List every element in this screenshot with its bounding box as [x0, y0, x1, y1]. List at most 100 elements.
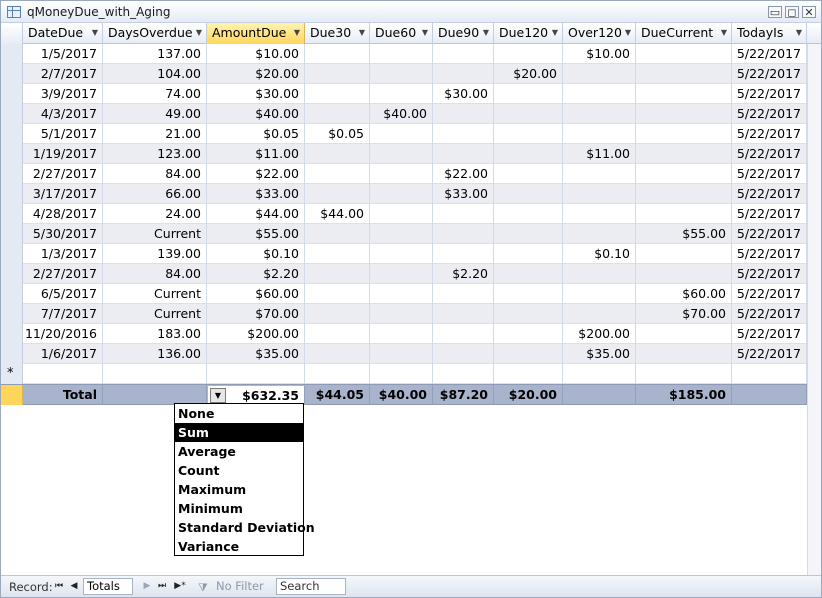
table-cell[interactable] [370, 344, 433, 364]
table-cell[interactable]: $33.00 [207, 184, 305, 204]
table-cell[interactable]: 5/22/2017 [732, 284, 807, 304]
table-cell[interactable] [370, 304, 433, 324]
table-cell[interactable]: 49.00 [103, 104, 207, 124]
table-cell[interactable]: $200.00 [563, 324, 636, 344]
table-cell[interactable] [433, 224, 494, 244]
table-cell[interactable]: $2.20 [433, 264, 494, 284]
table-cell[interactable]: $30.00 [433, 84, 494, 104]
table-cell[interactable]: $55.00 [207, 224, 305, 244]
table-cell[interactable] [370, 204, 433, 224]
table-cell[interactable] [370, 244, 433, 264]
record-selector[interactable] [1, 184, 23, 204]
table-cell[interactable]: 183.00 [103, 324, 207, 344]
table-cell[interactable]: 5/22/2017 [732, 144, 807, 164]
table-cell[interactable]: 1/6/2017 [23, 344, 103, 364]
table-cell[interactable] [494, 84, 563, 104]
menu-item-standard-deviation[interactable]: Standard Deviation [175, 518, 315, 537]
table-cell[interactable] [494, 304, 563, 324]
select-all-corner[interactable] [1, 23, 23, 44]
table-cell[interactable] [305, 144, 370, 164]
table-cell[interactable]: $2.20 [207, 264, 305, 284]
restore-button[interactable]: ◻ [785, 6, 799, 18]
table-cell[interactable] [636, 264, 732, 284]
chevron-down-icon[interactable]: ▼ [552, 23, 558, 43]
table-cell[interactable] [563, 64, 636, 84]
table-cell[interactable] [636, 84, 732, 104]
table-cell[interactable] [636, 44, 732, 64]
table-cell[interactable]: 5/1/2017 [23, 124, 103, 144]
menu-item-average[interactable]: Average [175, 442, 303, 461]
table-cell[interactable] [370, 84, 433, 104]
table-cell[interactable] [636, 104, 732, 124]
table-cell[interactable]: 5/22/2017 [732, 244, 807, 264]
table-cell[interactable]: $44.00 [305, 204, 370, 224]
table-cell[interactable] [636, 364, 732, 384]
totals-cell[interactable]: $87.20 [433, 385, 494, 405]
table-cell[interactable] [305, 244, 370, 264]
table-cell[interactable] [636, 184, 732, 204]
chevron-down-icon[interactable]: ▼ [796, 23, 802, 43]
table-cell[interactable] [636, 204, 732, 224]
table-cell[interactable]: 4/3/2017 [23, 104, 103, 124]
table-cell[interactable]: 5/22/2017 [732, 84, 807, 104]
table-cell[interactable] [494, 44, 563, 64]
table-cell[interactable]: 2/7/2017 [23, 64, 103, 84]
table-cell[interactable]: 5/22/2017 [732, 164, 807, 184]
table-cell[interactable] [370, 124, 433, 144]
menu-item-minimum[interactable]: Minimum [175, 499, 303, 518]
table-cell[interactable] [494, 144, 563, 164]
record-selector[interactable] [1, 244, 23, 264]
table-cell[interactable] [370, 44, 433, 64]
current-record-field[interactable]: Totals [83, 578, 133, 595]
table-cell[interactable] [563, 284, 636, 304]
totals-amountdue-cell[interactable]: ▼ $632.35 [207, 385, 305, 405]
table-cell[interactable] [370, 184, 433, 204]
table-cell[interactable]: $200.00 [207, 324, 305, 344]
chevron-down-icon[interactable]: ▼ [359, 23, 365, 43]
table-cell[interactable]: 84.00 [103, 264, 207, 284]
table-cell[interactable]: 5/22/2017 [732, 324, 807, 344]
totals-cell[interactable]: $20.00 [494, 385, 563, 405]
table-cell[interactable]: 7/7/2017 [23, 304, 103, 324]
table-cell[interactable] [433, 144, 494, 164]
last-record-icon[interactable]: ⏭ [156, 579, 168, 593]
table-cell[interactable]: $33.00 [433, 184, 494, 204]
filter-toggle[interactable]: ⧩ No Filter [194, 578, 266, 595]
table-cell[interactable] [305, 104, 370, 124]
table-cell[interactable] [433, 204, 494, 224]
record-selector[interactable] [1, 44, 23, 64]
table-cell[interactable]: 5/22/2017 [732, 264, 807, 284]
table-cell[interactable] [305, 324, 370, 344]
chevron-down-icon[interactable]: ▼ [483, 23, 489, 43]
totals-cell[interactable]: $185.00 [636, 385, 732, 405]
table-cell[interactable] [433, 124, 494, 144]
table-cell[interactable] [636, 164, 732, 184]
table-cell[interactable] [494, 124, 563, 144]
close-button[interactable]: ✕ [802, 6, 816, 18]
table-cell[interactable] [636, 344, 732, 364]
chevron-down-icon[interactable]: ▼ [294, 23, 300, 43]
next-record-icon[interactable]: ▶ [141, 579, 153, 593]
table-cell[interactable]: $0.05 [305, 124, 370, 144]
table-cell[interactable] [370, 144, 433, 164]
column-header-daysoverdue[interactable]: DaysOverdue ▼ [103, 23, 207, 44]
table-cell[interactable]: 5/22/2017 [732, 204, 807, 224]
table-cell[interactable]: $44.00 [207, 204, 305, 224]
table-cell[interactable] [563, 164, 636, 184]
table-cell[interactable] [494, 364, 563, 384]
table-cell[interactable] [433, 344, 494, 364]
table-cell[interactable] [207, 364, 305, 384]
table-cell[interactable] [370, 164, 433, 184]
table-cell[interactable]: 11/20/2016 [23, 324, 103, 344]
table-cell[interactable]: 5/22/2017 [732, 44, 807, 64]
table-cell[interactable] [563, 184, 636, 204]
table-cell[interactable] [370, 224, 433, 244]
table-cell[interactable] [563, 204, 636, 224]
totals-cell[interactable]: $40.00 [370, 385, 433, 405]
table-cell[interactable] [433, 244, 494, 264]
table-cell[interactable] [433, 324, 494, 344]
table-cell[interactable] [563, 304, 636, 324]
table-cell[interactable]: 1/3/2017 [23, 244, 103, 264]
table-cell[interactable] [305, 84, 370, 104]
table-cell[interactable]: $0.10 [207, 244, 305, 264]
